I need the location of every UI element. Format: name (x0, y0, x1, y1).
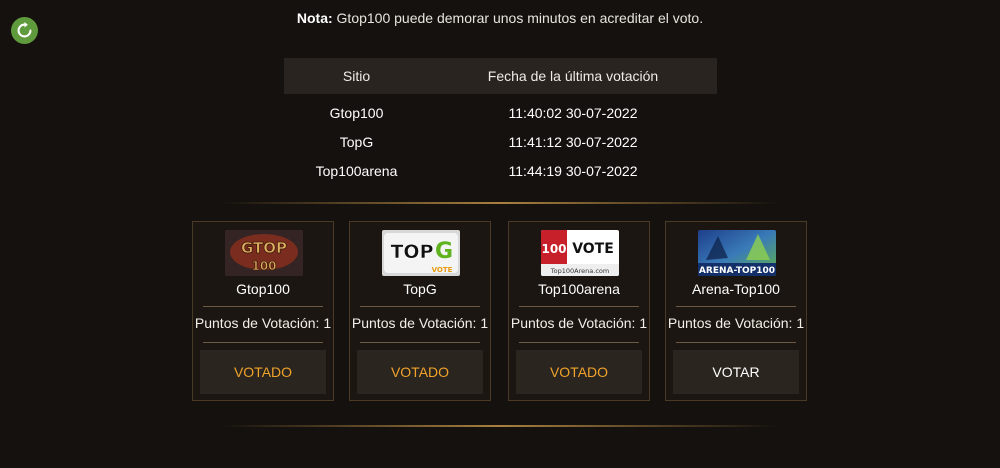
card-divider (676, 306, 796, 307)
top100arena-banner[interactable]: 100 VOTE Top100Arena.com (541, 230, 619, 276)
card-divider (360, 342, 480, 343)
svg-text:100: 100 (251, 259, 276, 273)
card-divider (203, 306, 323, 307)
vote-card-topg: TOP G VOTE TopG Puntos de Votación: 1 VO… (349, 221, 491, 401)
table-row: TopG 11:41:12 30-07-2022 (284, 127, 717, 156)
topg-banner[interactable]: TOP G VOTE (382, 230, 460, 276)
row-site: Gtop100 (329, 104, 384, 121)
svg-text:GTOP: GTOP (241, 239, 287, 257)
note-text: Gtop100 puede demorar unos minutos en ac… (332, 10, 704, 26)
card-site-name: TopG (403, 281, 437, 297)
vote-button-top100arena[interactable]: VOTADO (516, 350, 642, 394)
note-label: Nota: (296, 10, 333, 26)
header-site: Sitio (284, 58, 429, 94)
vote-button-arena-top100[interactable]: VOTAR (673, 350, 799, 394)
gtop100-banner[interactable]: GTOP 100 (225, 230, 303, 276)
svg-text:VOTE: VOTE (432, 266, 453, 274)
card-divider (519, 306, 639, 307)
row-date: 11:40:02 30-07-2022 (508, 104, 638, 121)
vote-button-topg[interactable]: VOTADO (357, 350, 483, 394)
card-divider (203, 342, 323, 343)
card-divider (676, 342, 796, 343)
svg-text:TOP: TOP (390, 241, 433, 263)
row-site: Top100arena (315, 162, 398, 179)
card-divider (519, 342, 639, 343)
row-date: 11:41:12 30-07-2022 (508, 133, 638, 150)
svg-text:Top100Arena.com: Top100Arena.com (550, 267, 609, 275)
svg-text:100: 100 (541, 242, 566, 256)
section-divider-bottom (220, 425, 780, 427)
row-site: TopG (339, 133, 374, 150)
svg-text:ARENA-TOP100: ARENA-TOP100 (699, 266, 775, 276)
card-vote-points: Puntos de Votación: 1 (194, 315, 332, 331)
arena-top100-banner[interactable]: ARENA-TOP100 (698, 230, 776, 276)
svg-text:G: G (435, 239, 453, 264)
card-site-name: Top100arena (538, 281, 620, 297)
card-vote-points: Puntos de Votación: 1 (510, 315, 648, 331)
table-row: Gtop100 11:40:02 30-07-2022 (284, 94, 717, 127)
card-vote-points: Puntos de Votación: 1 (351, 315, 489, 331)
row-date: 11:44:19 30-07-2022 (508, 162, 638, 179)
card-site-name: Gtop100 (236, 281, 290, 297)
last-votes-table: Sitio Fecha de la última votación Gtop10… (284, 58, 717, 185)
section-divider-top (220, 202, 780, 204)
card-vote-points: Puntos de Votación: 1 (667, 315, 805, 331)
vote-card-gtop100: GTOP 100 Gtop100 Puntos de Votación: 1 V… (192, 221, 334, 401)
svg-text:VOTE: VOTE (572, 241, 614, 257)
vote-note: Nota: Gtop100 puede demorar unos minutos… (0, 10, 1000, 26)
vote-button-gtop100[interactable]: VOTADO (200, 350, 326, 394)
table-row: Top100arena 11:44:19 30-07-2022 (284, 156, 717, 185)
card-divider (360, 306, 480, 307)
table-header-row: Sitio Fecha de la última votación (284, 58, 717, 94)
card-site-name: Arena-Top100 (692, 281, 780, 297)
vote-card-top100arena: 100 VOTE Top100Arena.com Top100arena Pun… (508, 221, 650, 401)
vote-card-arena-top100: ARENA-TOP100 Arena-Top100 Puntos de Vota… (665, 221, 807, 401)
header-date: Fecha de la última votación (429, 58, 717, 94)
